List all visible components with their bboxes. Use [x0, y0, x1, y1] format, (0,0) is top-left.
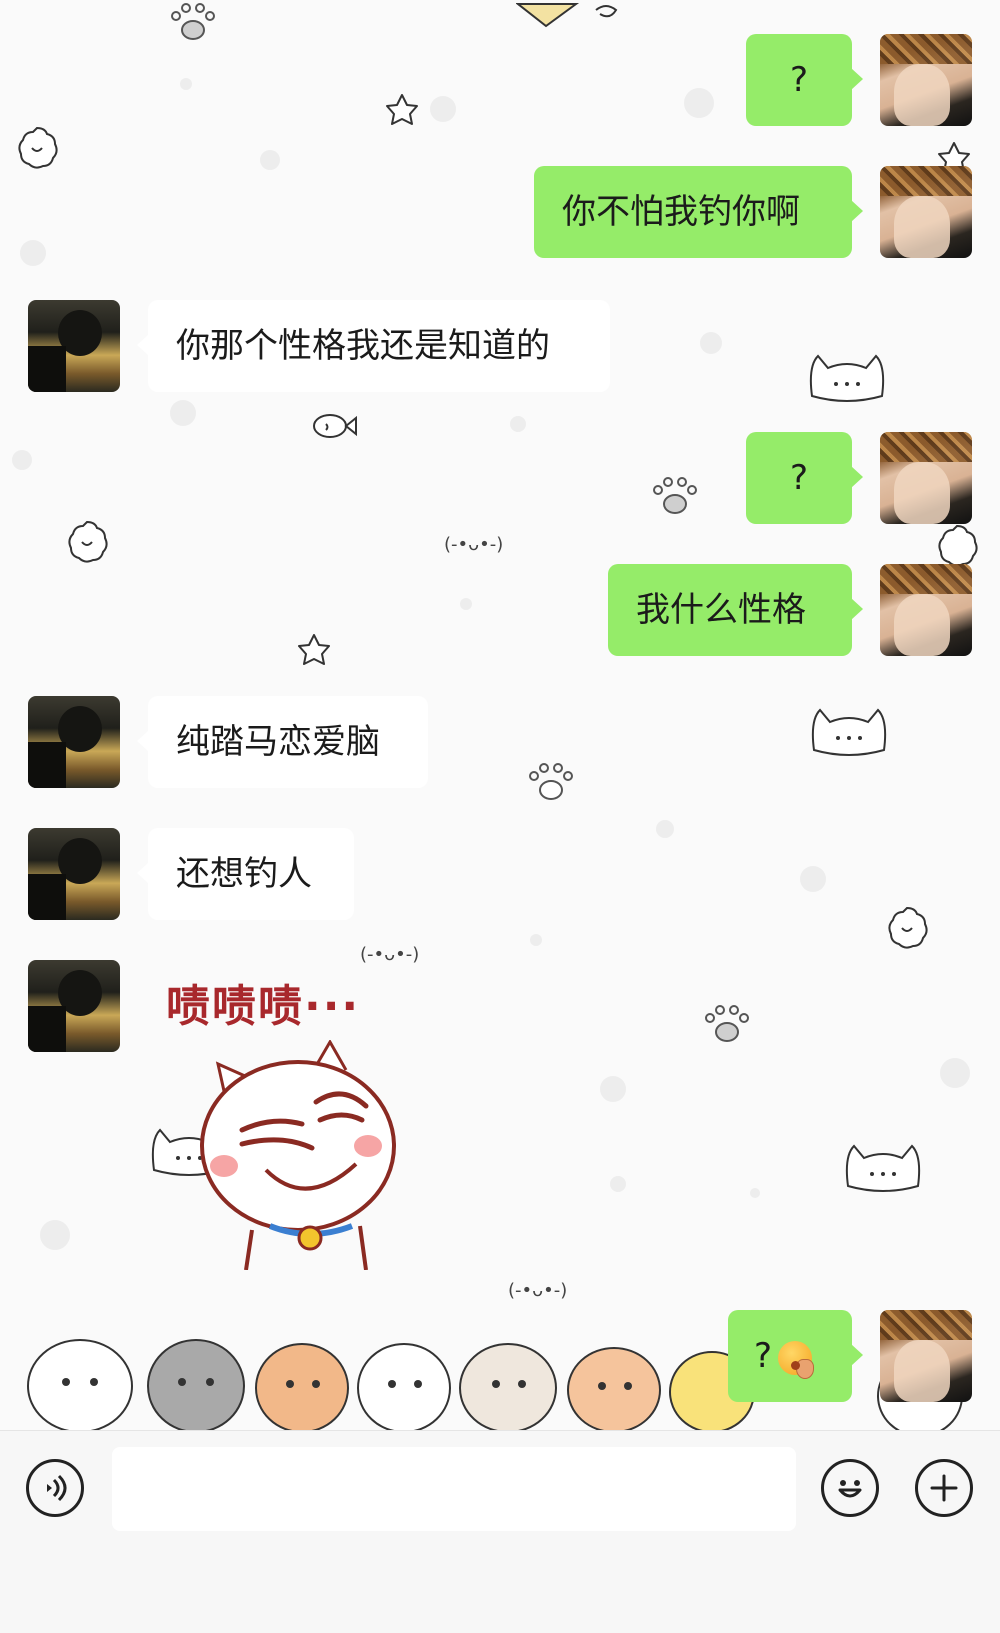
message-incoming[interactable]: 还想钓人	[0, 828, 1000, 920]
message-bubble[interactable]: ?	[746, 432, 863, 524]
wallpaper-dot	[530, 934, 542, 946]
emoji-button[interactable]	[821, 1459, 879, 1517]
my-avatar[interactable]	[880, 1310, 972, 1402]
my-avatar[interactable]	[880, 34, 972, 126]
chat-area[interactable]: (-•ᴗ•-) (-•ᴗ•-) (-•ᴗ•-) ? 你不怕我钓你啊 你那个性格我…	[0, 0, 1000, 1430]
message-bubble[interactable]: ?	[728, 1310, 863, 1402]
message-outgoing[interactable]: ?	[0, 1310, 1000, 1402]
sticker-caption: 啧啧啧···	[166, 981, 361, 1032]
contact-avatar[interactable]	[28, 828, 120, 920]
message-text: ?	[754, 1336, 773, 1376]
message-incoming[interactable]: 你那个性格我还是知道的	[0, 300, 1000, 392]
message-outgoing[interactable]: 我什么性格	[0, 564, 1000, 656]
sticker-image[interactable]: 啧啧啧···	[166, 970, 446, 1270]
message-bubble[interactable]: 还想钓人	[137, 828, 354, 920]
cat-sticker-icon	[200, 1040, 396, 1270]
message-outgoing[interactable]: ?	[0, 432, 1000, 524]
plus-icon	[930, 1474, 958, 1502]
wallpaper-dot	[510, 416, 526, 432]
message-input[interactable]	[112, 1447, 796, 1531]
voice-button[interactable]	[26, 1459, 84, 1517]
voice-icon	[47, 1474, 67, 1502]
paper-plane-icon	[516, 2, 618, 28]
message-bubble[interactable]: ?	[746, 34, 863, 126]
my-avatar[interactable]	[880, 166, 972, 258]
message-incoming-sticker[interactable]: 啧啧啧···	[0, 960, 1000, 1270]
message-bubble[interactable]: 纯踏马恋爱脑	[137, 696, 428, 788]
flower-icon	[18, 126, 58, 169]
message-bubble[interactable]: 我什么性格	[608, 564, 863, 656]
plus-button[interactable]	[915, 1459, 973, 1517]
message-bubble[interactable]: 你不怕我钓你啊	[534, 166, 863, 258]
smiley-icon	[838, 1480, 862, 1498]
message-incoming[interactable]: 纯踏马恋爱脑	[0, 696, 1000, 788]
message-outgoing[interactable]: ?	[0, 34, 1000, 126]
contact-avatar[interactable]	[28, 300, 120, 392]
kaomoji-doodle: (-•ᴗ•-)	[444, 534, 504, 555]
message-outgoing[interactable]: 你不怕我钓你啊	[0, 166, 1000, 258]
wallpaper-dot	[170, 400, 196, 426]
kaomoji-doodle: (-•ᴗ•-)	[508, 1280, 568, 1301]
contact-avatar[interactable]	[28, 696, 120, 788]
kiss-face-emoji	[778, 1340, 815, 1379]
contact-avatar[interactable]	[28, 960, 120, 1052]
message-bubble[interactable]: 你那个性格我还是知道的	[137, 300, 610, 392]
flower-icon	[938, 524, 978, 567]
input-bar	[0, 1430, 1000, 1633]
flower-icon	[68, 520, 108, 563]
my-avatar[interactable]	[880, 432, 972, 524]
my-avatar[interactable]	[880, 564, 972, 656]
